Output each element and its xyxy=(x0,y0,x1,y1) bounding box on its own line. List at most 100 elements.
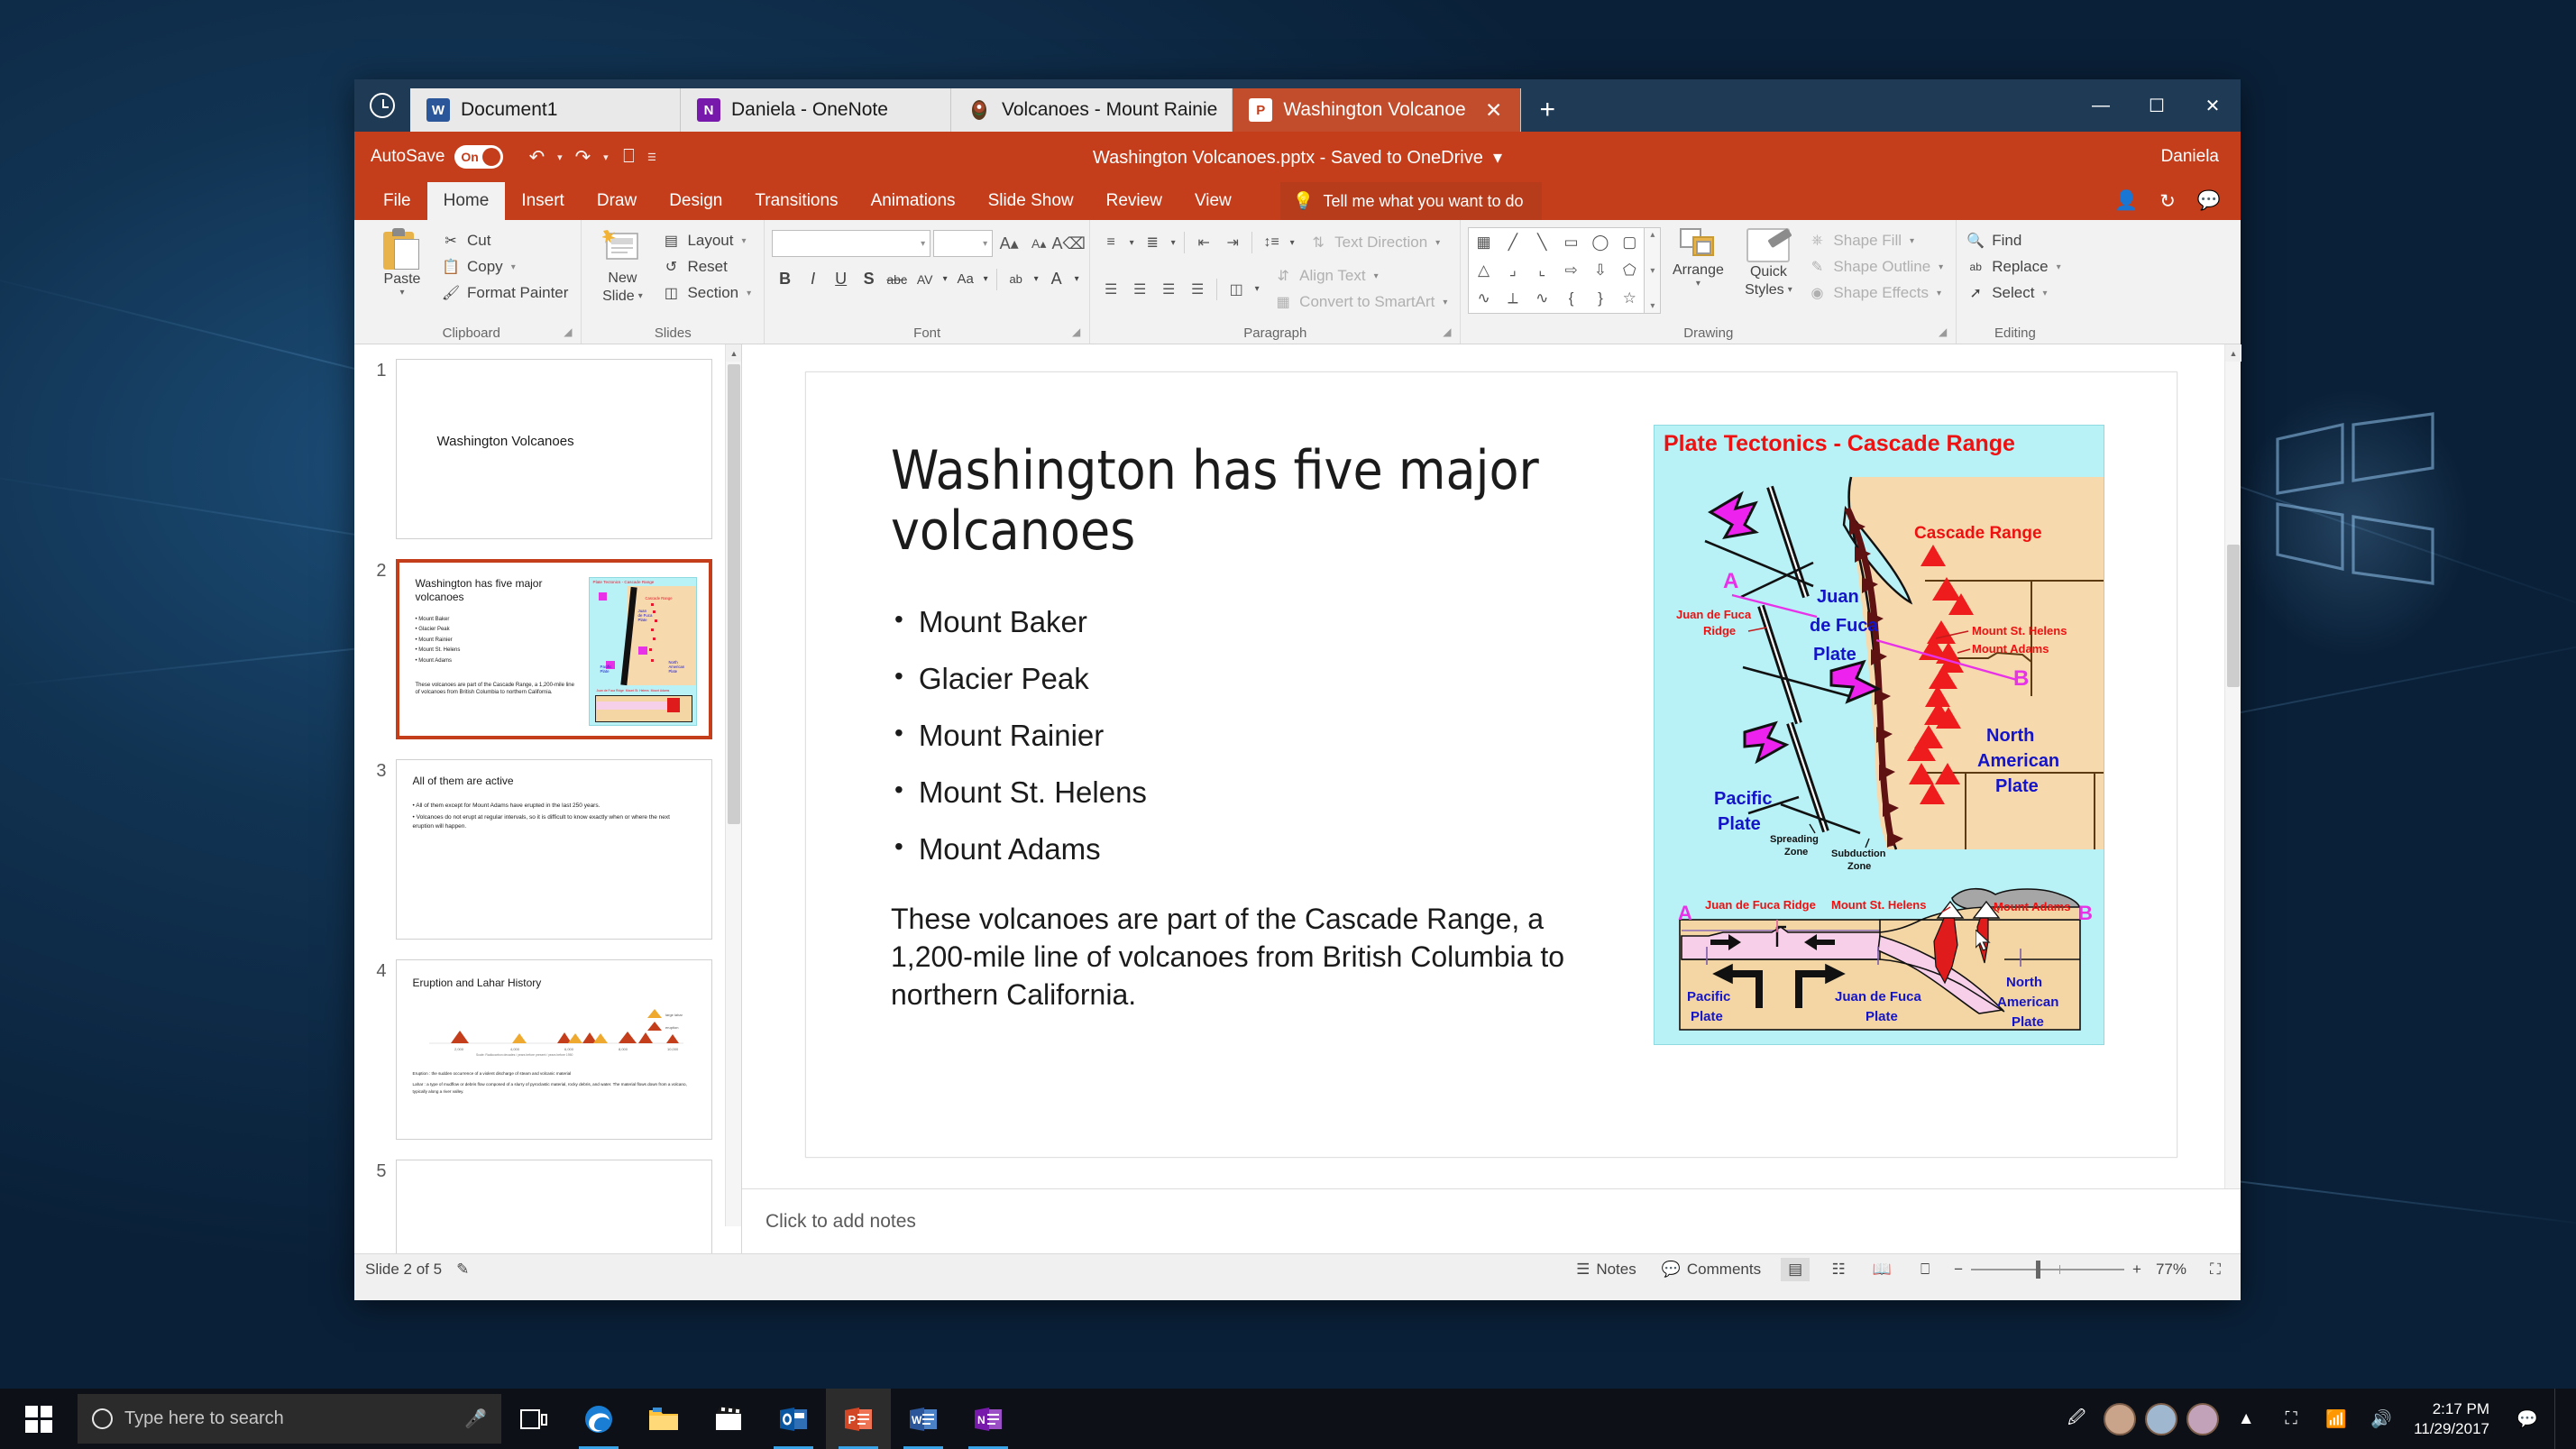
text-shadow-button[interactable]: S xyxy=(856,266,882,292)
powerpoint-icon[interactable]: P xyxy=(826,1389,891,1449)
slide-sorter-icon[interactable]: ☷ xyxy=(1824,1258,1853,1281)
tab-washington-volcanoes[interactable]: P Washington Volcanoe ✕ xyxy=(1233,88,1522,132)
chevron-down-icon[interactable]: ▾ xyxy=(1443,298,1447,307)
version-history-icon[interactable]: ↻ xyxy=(2159,190,2176,213)
shape-pentagon-icon[interactable]: ⬠ xyxy=(1615,256,1644,284)
chevron-down-icon[interactable]: ▾ xyxy=(1650,266,1655,276)
reading-view-icon[interactable]: 📖 xyxy=(1867,1258,1896,1281)
align-center-button[interactable]: ☰ xyxy=(1126,277,1153,302)
font-name-input[interactable]: ▾ xyxy=(772,230,931,257)
tab-design[interactable]: Design xyxy=(653,182,738,220)
quick-styles-button[interactable]: Quick Styles ▾ xyxy=(1735,225,1801,298)
underline-button[interactable]: U xyxy=(828,266,854,292)
autosave-switch[interactable]: On xyxy=(454,145,504,169)
slide-scrollbar[interactable]: ▲ xyxy=(2224,344,2241,1188)
zoom-in-button[interactable]: + xyxy=(2132,1261,2141,1279)
thumbnail-slide-4[interactable]: 4 Eruption and Lahar History large lahar… xyxy=(354,959,725,1160)
layout-button[interactable]: ▤ Layout ▾ xyxy=(659,229,756,252)
thumbnail-card[interactable]: Washington has five major volcanoes • Mo… xyxy=(395,559,712,739)
chevron-down-icon[interactable]: ▾ xyxy=(940,266,950,292)
thumbnail-card[interactable]: Eruption and Lahar History large lahar e… xyxy=(395,959,712,1140)
current-slide[interactable]: Washington has five major volcanoes • Mou… xyxy=(805,371,2177,1158)
chevron-down-icon[interactable]: ▾ xyxy=(1071,266,1082,292)
align-right-button[interactable]: ☰ xyxy=(1155,277,1182,302)
text-direction-button[interactable]: ⇅ Text Direction ▾ xyxy=(1306,231,1445,254)
scroll-up-icon[interactable]: ▲ xyxy=(726,344,741,362)
bold-button[interactable]: B xyxy=(772,266,798,292)
shape-fill-button[interactable]: ⎈ Shape Fill ▾ xyxy=(1805,229,1948,252)
edge-icon[interactable] xyxy=(566,1389,631,1449)
find-button[interactable]: 🔍 Find xyxy=(1964,229,2066,252)
shapes-gallery-scroll[interactable]: ▴ ▾ ▾ xyxy=(1645,227,1662,314)
chevron-down-icon[interactable]: ▾ xyxy=(1251,277,1262,302)
shape-oval-icon[interactable]: ◯ xyxy=(1586,228,1615,256)
shape-curve-icon[interactable]: ⟂ xyxy=(1499,285,1527,313)
shape-left-brace-icon[interactable]: { xyxy=(1556,285,1585,313)
tab-insert[interactable]: Insert xyxy=(505,182,581,220)
thumbnail-slide-1[interactable]: 1 Washington Volcanoes xyxy=(354,359,725,559)
shape-wave-icon[interactable]: ∿ xyxy=(1527,285,1556,313)
new-slide-button[interactable]: New Slide ▾ xyxy=(589,225,655,305)
shape-down-arrow-icon[interactable]: ⇩ xyxy=(1586,256,1615,284)
shape-triangle-icon[interactable]: △ xyxy=(1469,256,1498,284)
clear-formatting-icon[interactable]: A⌫ xyxy=(1051,230,1085,257)
thumbnail-slide-3[interactable]: 3 All of them are active • All of them e… xyxy=(354,759,725,959)
redo-dropdown-icon[interactable]: ▾ xyxy=(600,151,611,163)
chevron-down-icon[interactable]: ▾ xyxy=(980,266,991,292)
zoom-out-button[interactable]: − xyxy=(1954,1261,1963,1279)
chevron-down-icon[interactable]: ▾ xyxy=(747,289,751,298)
strikethrough-button[interactable]: abc xyxy=(884,266,910,292)
thumbnail-slide-2[interactable]: 2 Washington has five major volcanoes • … xyxy=(354,559,725,759)
taskbar-clock[interactable]: 2:17 PM 11/29/2017 xyxy=(2408,1399,2500,1438)
microphone-icon[interactable]: 🎤 xyxy=(464,1408,487,1430)
shape-arrow-icon[interactable]: ╲ xyxy=(1527,228,1556,256)
align-text-button[interactable]: ⇵ Align Text ▾ xyxy=(1271,264,1453,288)
notes-button[interactable]: ☰ Notes xyxy=(1571,1259,1642,1280)
slide-title-placeholder[interactable]: Washington has five major volcanoes xyxy=(891,440,1603,562)
shape-outline-button[interactable]: ✎ Shape Outline ▾ xyxy=(1805,255,1948,279)
tab-view[interactable]: View xyxy=(1178,182,1248,220)
tab-transitions[interactable]: Transitions xyxy=(738,182,854,220)
maximize-button[interactable]: ☐ xyxy=(2129,79,2185,132)
customize-qat-icon[interactable]: ☰ xyxy=(646,151,657,163)
chevron-down-icon[interactable]: ▾ xyxy=(638,291,643,302)
select-button[interactable]: ➚ Select ▾ xyxy=(1964,281,2066,305)
tab-draw[interactable]: Draw xyxy=(581,182,653,220)
shape-right-arrow-icon[interactable]: ⇨ xyxy=(1556,256,1585,284)
shape-textbox-icon[interactable]: ▦ xyxy=(1469,228,1498,256)
reset-button[interactable]: ↺ Reset xyxy=(659,255,756,279)
normal-view-icon[interactable]: ▤ xyxy=(1781,1257,1811,1281)
file-explorer-icon[interactable] xyxy=(631,1389,696,1449)
tab-review[interactable]: Review xyxy=(1090,182,1178,220)
shape-rounded-rect-icon[interactable]: ▢ xyxy=(1615,228,1644,256)
dialog-launcher-icon[interactable]: ◢ xyxy=(564,322,572,342)
chevron-down-icon[interactable]: ▾ xyxy=(1937,289,1941,298)
chevron-down-icon[interactable]: ▾ xyxy=(1939,262,1943,272)
taskbar-search[interactable]: Type here to search 🎤 xyxy=(78,1394,501,1444)
chevron-down-icon[interactable]: ▾ xyxy=(2057,262,2061,272)
user-name[interactable]: Daniela xyxy=(2161,147,2224,167)
comments-button[interactable]: 💬 Comments xyxy=(1656,1259,1766,1280)
justify-button[interactable]: ☰ xyxy=(1184,277,1211,302)
tab-home[interactable]: Home xyxy=(426,182,506,220)
scroll-up-icon[interactable]: ▲ xyxy=(2225,344,2241,362)
movies-tv-icon[interactable] xyxy=(696,1389,761,1449)
chevron-down-icon[interactable]: ▾ xyxy=(399,288,404,298)
shape-star-icon[interactable]: ☆ xyxy=(1615,285,1644,313)
shape-right-brace-icon[interactable]: } xyxy=(1586,285,1615,313)
format-painter-button[interactable]: 🖌 Format Painter xyxy=(439,281,573,305)
zoom-slider[interactable]: − + xyxy=(1954,1260,2141,1279)
autosave-toggle[interactable]: AutoSave On xyxy=(371,145,504,169)
scrollbar-thumb[interactable] xyxy=(728,364,740,824)
columns-button[interactable]: ◫ xyxy=(1223,277,1250,302)
thumbnail-slide-5[interactable]: 5 xyxy=(354,1160,725,1253)
cut-button[interactable]: ✂ Cut xyxy=(439,229,573,252)
tab-slide-show[interactable]: Slide Show xyxy=(972,182,1090,220)
convert-to-smartart-button[interactable]: ▦ Convert to SmartArt ▾ xyxy=(1271,290,1453,314)
dialog-launcher-icon[interactable]: ◢ xyxy=(1072,322,1080,342)
close-window-button[interactable]: ✕ xyxy=(2185,79,2241,132)
plate-tectonics-image[interactable]: Plate Tectonics - Cascade Range Cascade … xyxy=(1654,425,2104,1045)
slide-bullet-list[interactable]: • Mount Baker • Glacier Peak • Mount Rainie… xyxy=(894,607,1616,891)
slide-paragraph-text[interactable]: These volcanoes are part of the Cascade … xyxy=(891,900,1617,1014)
zoom-handle[interactable] xyxy=(2036,1260,2041,1279)
